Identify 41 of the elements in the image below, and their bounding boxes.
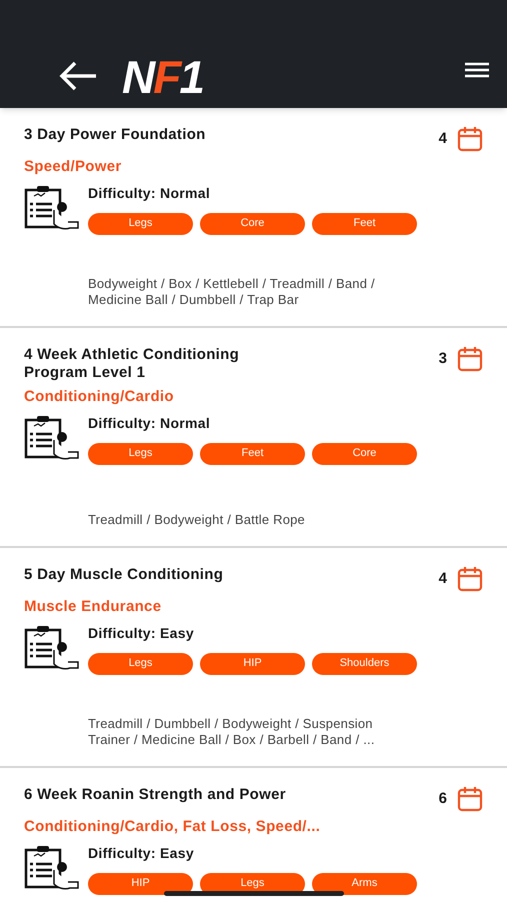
equipment-list: Treadmill / Dumbbell / Bodyweight / Suspension Trainer / Medicine Ball / Box / Barbell / Band / ... (88, 716, 413, 748)
tag-chip: HIP (88, 872, 193, 894)
calendar-icon[interactable] (457, 126, 483, 152)
calendar-icon[interactable] (457, 566, 483, 592)
day-count: 3 (438, 348, 447, 369)
difficulty-label: Difficulty: Easy (88, 844, 195, 863)
logo: NF1 (122, 54, 203, 100)
tag-chip: Legs (88, 212, 193, 234)
difficulty-label: Difficulty: Normal (88, 184, 212, 203)
clipboard-icon (24, 624, 80, 672)
calendar-icon[interactable] (457, 786, 483, 812)
difficulty-label: Difficulty: Normal (88, 414, 212, 433)
menu-icon[interactable] (465, 62, 489, 78)
tag-chip: Shoulders (312, 652, 417, 674)
day-count: 4 (438, 568, 447, 589)
tag-chip: Legs (88, 442, 193, 464)
tag-chip: Feet (312, 212, 417, 234)
tag-chip: Core (312, 442, 417, 464)
program-title: 4 Week Athletic Conditioning Program Level 1 (24, 346, 240, 382)
tag-chip: HIP (200, 652, 305, 674)
calendar-icon[interactable] (457, 346, 483, 372)
tag-chip: Legs (88, 652, 193, 674)
equipment-list: Treadmill / Bodyweight / Battle Rope (88, 512, 413, 528)
back-icon[interactable] (58, 60, 98, 92)
clipboard-icon (24, 414, 80, 462)
program-title: 5 Day Muscle Conditioning (24, 566, 224, 584)
program-title: 6 Week Roanin Strength and Power (24, 786, 287, 804)
category-label: Speed/Power (24, 157, 122, 177)
program-title: 3 Day Power Foundation (24, 126, 207, 144)
day-count: 4 (438, 128, 447, 149)
category-label: Conditioning/Cardio, Fat Loss, Speed/... (24, 817, 322, 837)
tag-chip: Feet (200, 442, 305, 464)
difficulty-label: Difficulty: Easy (88, 624, 195, 643)
clipboard-icon (24, 844, 80, 892)
clipboard-icon (24, 184, 80, 232)
category-label: Muscle Endurance (24, 597, 162, 617)
day-count: 6 (438, 788, 447, 809)
tag-chip: Arms (312, 872, 417, 894)
tag-chip: Core (200, 212, 305, 234)
equipment-list: Bodyweight / Box / Kettlebell / Treadmill / Band / Medicine Ball / Dumbbell / Trap Bar (88, 276, 413, 308)
category-label: Conditioning/Cardio (24, 387, 175, 407)
